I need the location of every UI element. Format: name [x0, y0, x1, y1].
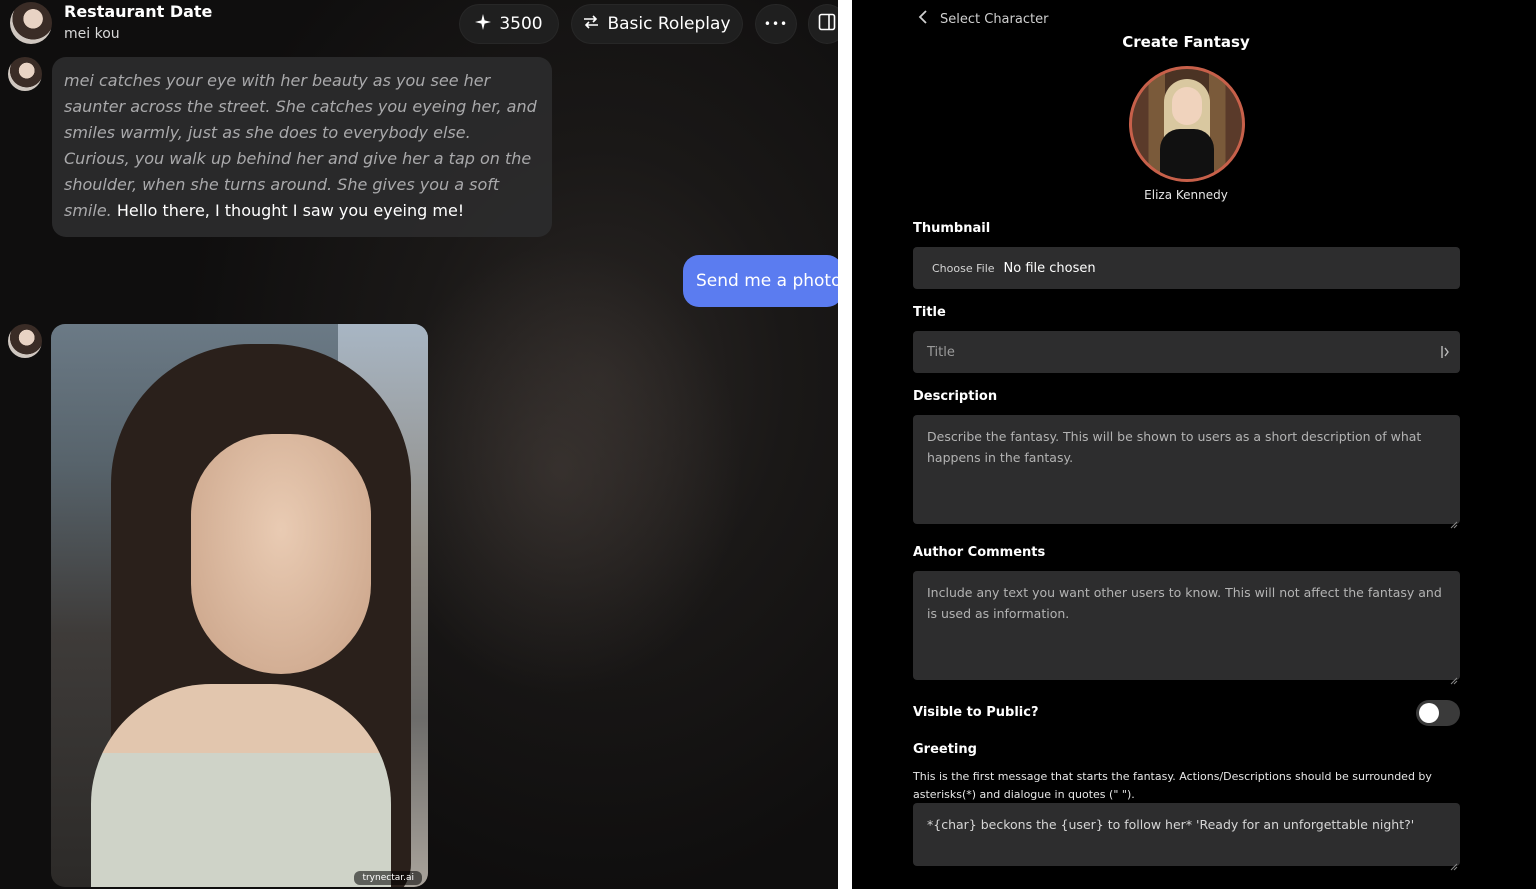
- panel-icon: [818, 13, 836, 36]
- greeting-label: Greeting: [913, 742, 977, 757]
- back-label: Select Character: [940, 11, 1049, 27]
- credits-button[interactable]: 3500: [459, 4, 559, 44]
- title-label: Title: [913, 305, 946, 320]
- avatar-face: [1172, 87, 1202, 125]
- chevron-left-icon: [918, 10, 930, 28]
- author-comments-textarea[interactable]: Include any text you want other users to…: [913, 571, 1460, 685]
- user-message: Send me a photo: [683, 255, 838, 307]
- photo-face: [191, 434, 371, 674]
- author-comments-placeholder: Include any text you want other users to…: [927, 585, 1442, 621]
- sparkle-icon: [475, 13, 492, 35]
- resize-handle-icon[interactable]: [1450, 856, 1458, 871]
- visible-toggle[interactable]: [1416, 700, 1460, 726]
- chat-panel: Restaurant Date mei kou 3500 Basic Rolep…: [0, 0, 838, 889]
- panel-divider: [838, 0, 852, 889]
- back-link[interactable]: Select Character: [918, 10, 1048, 28]
- credits-count: 3500: [499, 14, 543, 34]
- create-fantasy-panel: Select Character Create Fantasy Eliza Ke…: [852, 0, 1536, 889]
- title-input[interactable]: Title: [913, 331, 1460, 373]
- choose-file-button[interactable]: Choose File: [932, 262, 995, 275]
- swap-icon: [583, 14, 599, 34]
- toggle-knob: [1419, 703, 1439, 723]
- character-name: Eliza Kennedy: [1144, 188, 1228, 202]
- thumbnail-label: Thumbnail: [913, 221, 991, 236]
- greeting-value: *{char} beckons the {user} to follow her…: [927, 817, 1415, 832]
- chat-title: Restaurant Date: [64, 2, 213, 21]
- character-avatar[interactable]: [1129, 66, 1245, 182]
- bot-speech: Hello there, I thought I saw you eyeing …: [116, 201, 465, 220]
- bot-narration: mei catches your eye with her beauty as …: [64, 71, 537, 220]
- chat-avatar[interactable]: [10, 2, 52, 44]
- mode-button[interactable]: Basic Roleplay: [571, 4, 743, 44]
- thumbnail-file-input[interactable]: Choose File No file chosen: [913, 247, 1460, 289]
- avatar-dress: [1160, 129, 1214, 179]
- bot-avatar-2: [8, 324, 42, 358]
- mode-label: Basic Roleplay: [607, 14, 731, 34]
- description-placeholder: Describe the fantasy. This will be shown…: [927, 429, 1422, 465]
- chat-subtitle: mei kou: [64, 26, 120, 42]
- more-icon: •••: [763, 17, 789, 31]
- resize-handle-icon[interactable]: [1450, 670, 1458, 685]
- title-placeholder: Title: [927, 344, 955, 360]
- generated-photo[interactable]: trynectar.ai: [51, 324, 428, 887]
- panel-toggle-button[interactable]: [808, 4, 838, 44]
- photo-body: [91, 684, 391, 887]
- author-comments-label: Author Comments: [913, 545, 1046, 560]
- more-button[interactable]: •••: [755, 4, 797, 44]
- greeting-textarea[interactable]: *{char} beckons the {user} to follow her…: [913, 803, 1460, 871]
- bot-message: mei catches your eye with her beauty as …: [52, 57, 552, 237]
- visible-label: Visible to Public?: [913, 705, 1039, 720]
- file-status: No file chosen: [1003, 260, 1096, 276]
- greeting-help: This is the first message that starts th…: [913, 770, 1432, 801]
- photo-watermark: trynectar.ai: [354, 871, 422, 885]
- bot-avatar: [8, 57, 42, 91]
- description-textarea[interactable]: Describe the fantasy. This will be shown…: [913, 415, 1460, 529]
- description-label: Description: [913, 389, 998, 404]
- resize-handle-icon[interactable]: [1450, 514, 1458, 529]
- password-manager-icon[interactable]: [1440, 344, 1450, 358]
- page-title: Create Fantasy: [1122, 33, 1250, 51]
